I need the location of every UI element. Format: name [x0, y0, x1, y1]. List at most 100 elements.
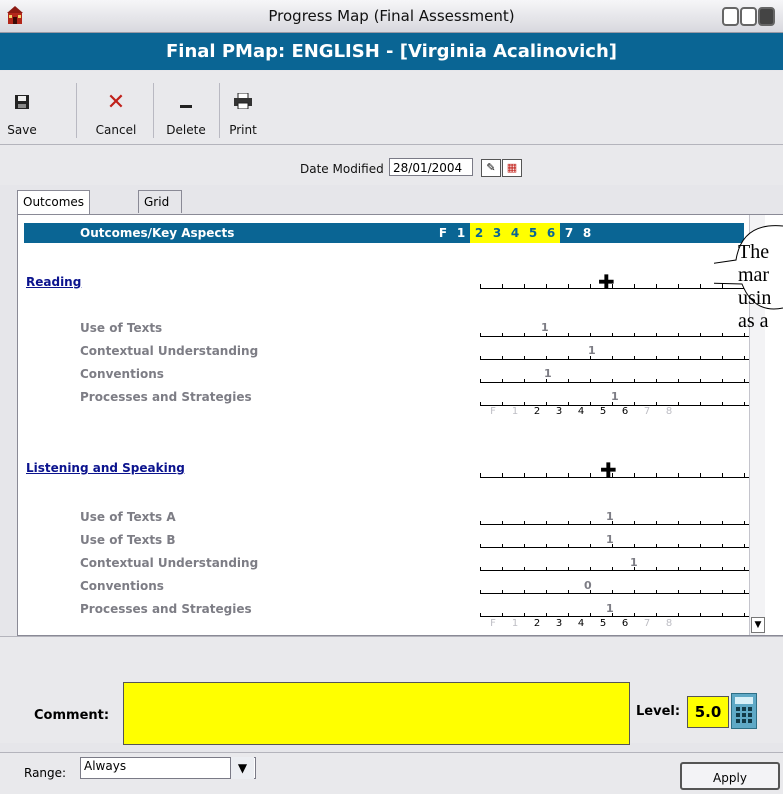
scale-tick — [678, 356, 679, 360]
date-modified-label: Date Modified — [300, 162, 384, 176]
scale-tick — [524, 284, 525, 289]
aspect-scale[interactable] — [480, 559, 756, 571]
delete-button[interactable]: Delete — [158, 71, 214, 144]
aspect-mark[interactable]: 1 — [541, 321, 549, 334]
aspect-mark[interactable]: 1 — [588, 344, 596, 357]
section-title-listening-speaking[interactable]: Listening and Speaking — [26, 461, 185, 475]
toolbar-separator — [153, 83, 154, 138]
scale-tick — [502, 567, 503, 571]
calculator-icon[interactable] — [731, 693, 757, 729]
scale-tick — [590, 284, 591, 289]
date-modified-field[interactable]: 28/01/2004 — [389, 158, 473, 176]
scale-tick — [744, 379, 745, 383]
aspect-scale[interactable] — [480, 605, 756, 617]
scale-baseline — [480, 382, 756, 383]
scale-tick — [722, 333, 723, 337]
scale-baseline — [480, 616, 756, 617]
scale-tick — [590, 567, 591, 571]
scale-tick — [722, 590, 723, 594]
level-axis-labels: F 1 2 3 4 5 6 7 8 — [490, 618, 673, 629]
level-field[interactable]: 5.0 — [687, 696, 729, 728]
scale-tick — [678, 544, 679, 548]
tab-outcomes-entry[interactable]: Outcomes Entry — [17, 190, 91, 231]
scale-tick — [634, 379, 635, 383]
scale-tick — [568, 613, 569, 617]
aspect-scale[interactable] — [480, 513, 756, 525]
overall-scale[interactable] — [480, 466, 756, 478]
scale-tick — [678, 333, 679, 337]
level-marker[interactable]: ✚ — [598, 272, 615, 292]
floppy-disk-icon — [0, 93, 44, 113]
aspect-mark[interactable]: 1 — [606, 510, 614, 523]
level-header: 1 — [456, 226, 466, 240]
scale-tick — [480, 521, 481, 525]
minus-icon — [158, 93, 214, 113]
scale-tick — [502, 333, 503, 337]
aspect-label: Conventions — [80, 367, 164, 381]
scale-tick — [678, 473, 679, 478]
scale-tick — [590, 521, 591, 525]
scale-tick — [612, 356, 613, 360]
aspect-scale[interactable] — [480, 325, 756, 337]
cancel-button[interactable]: ✕ Cancel — [84, 71, 148, 144]
scale-tick — [722, 402, 723, 406]
level-marker[interactable]: ✚ — [600, 460, 617, 480]
scale-tick — [568, 521, 569, 525]
scale-tick — [634, 544, 635, 548]
close-button[interactable] — [758, 7, 775, 26]
scale-tick — [502, 590, 503, 594]
delete-label: Delete — [166, 123, 206, 137]
minimize-button[interactable] — [722, 7, 739, 26]
level-header: F — [438, 226, 448, 240]
scale-tick — [524, 590, 525, 594]
range-label: Range: — [24, 766, 67, 780]
level-label: Level: — [636, 704, 681, 719]
aspect-scale[interactable] — [480, 371, 756, 383]
scale-tick — [634, 473, 635, 478]
scale-tick — [678, 521, 679, 525]
title-bar: Progress Map (Final Assessment) — [0, 0, 783, 33]
scale-tick — [480, 473, 481, 478]
scale-tick — [722, 521, 723, 525]
scale-tick — [744, 473, 745, 478]
section-title-reading[interactable]: Reading — [26, 275, 81, 289]
aspect-label: Conventions — [80, 579, 164, 593]
scale-tick — [744, 356, 745, 360]
save-button[interactable]: Save — [0, 71, 44, 144]
aspect-mark[interactable]: 1 — [606, 533, 614, 546]
scale-tick — [502, 613, 503, 617]
scale-tick — [568, 284, 569, 289]
scale-tick — [678, 590, 679, 594]
aspect-label: Use of Texts A — [80, 510, 176, 524]
scale-tick — [722, 356, 723, 360]
tab-grid-entry[interactable]: Grid Entry — [138, 190, 182, 231]
aspect-label: Processes and Strategies — [80, 602, 252, 616]
edit-date-icon[interactable]: ✎ — [481, 159, 501, 177]
scale-tick — [678, 379, 679, 383]
scroll-down-icon[interactable]: ▼ — [751, 617, 765, 633]
calendar-icon[interactable]: ▦ — [502, 159, 522, 177]
aspect-mark[interactable]: 1 — [611, 390, 619, 403]
aspect-scale[interactable] — [480, 582, 756, 594]
scale-tick — [546, 590, 547, 594]
scale-tick — [502, 521, 503, 525]
scale-tick — [480, 379, 481, 383]
scale-tick — [722, 567, 723, 571]
scale-tick — [590, 333, 591, 337]
aspect-mark[interactable]: 0 — [584, 579, 592, 592]
maximize-button[interactable] — [740, 7, 757, 26]
aspect-mark[interactable]: 1 — [606, 602, 614, 615]
comment-field[interactable] — [123, 682, 630, 745]
scale-tick — [744, 402, 745, 406]
chevron-down-icon[interactable]: ▼ — [230, 757, 254, 779]
aspect-scale[interactable] — [480, 348, 756, 360]
apply-button[interactable]: Apply — [680, 762, 780, 790]
aspect-label: Contextual Understanding — [80, 344, 259, 358]
scale-tick — [700, 333, 701, 337]
scale-tick — [568, 379, 569, 383]
aspect-mark[interactable]: 1 — [630, 556, 638, 569]
print-button[interactable]: Print — [222, 71, 264, 144]
aspect-scale[interactable] — [480, 536, 756, 548]
aspect-mark[interactable]: 1 — [544, 367, 552, 380]
scale-tick — [480, 284, 481, 289]
